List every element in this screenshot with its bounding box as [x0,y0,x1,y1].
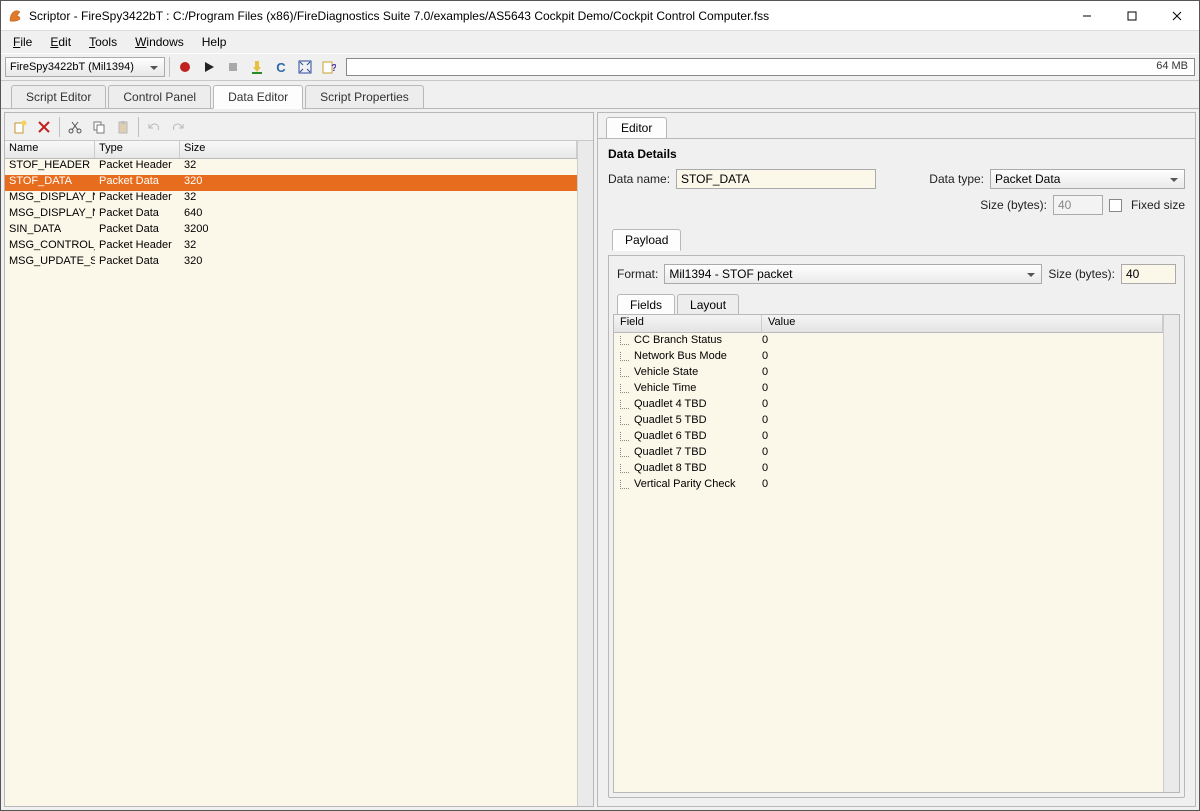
window-controls [1064,1,1199,30]
col-header-type[interactable]: Type [95,141,180,158]
col-header-size[interactable]: Size [180,141,577,158]
field-row[interactable]: Quadlet 8 TBD0 [614,462,1163,478]
table-row[interactable]: STOF_HEADERPacket Header32 [5,159,577,175]
fixed-size-label: Fixed size [1131,198,1185,212]
cut-button[interactable] [64,116,86,138]
field-row[interactable]: CC Branch Status0 [614,334,1163,350]
minimize-button[interactable] [1064,1,1109,30]
fields-scrollbar[interactable] [1163,315,1179,792]
app-icon [7,8,23,24]
menu-file[interactable]: File [5,33,40,51]
paste-button[interactable] [112,116,134,138]
memory-bar: 64 MB [346,58,1195,76]
field-row[interactable]: Quadlet 4 TBD0 [614,398,1163,414]
col-header-value[interactable]: Value [762,315,1163,332]
stop-button[interactable] [222,56,244,78]
payload-size-label: Size (bytes): [1048,267,1115,281]
payload-box: Format: Mil1394 - STOF packet Size (byte… [608,255,1185,798]
c-button[interactable]: C [270,56,292,78]
data-rows: STOF_HEADERPacket Header32STOF_DATAPacke… [5,159,577,806]
table-row[interactable]: MSG_DISPLAY_NCPacket Data640 [5,207,577,223]
table-row[interactable]: MSG_CONTROL_NPacket Header32 [5,239,577,255]
menubar: File Edit Tools Windows Help [1,31,1199,53]
app-window: Scriptor - FireSpy3422bT : C:/Program Fi… [0,0,1200,811]
data-type-combo[interactable]: Packet Data [990,169,1185,189]
col-header-name[interactable]: Name [5,141,95,158]
table-row[interactable]: SIN_DATAPacket Data3200 [5,223,577,239]
payload-size-input[interactable] [1121,264,1176,284]
size-bytes-spinner: 40 [1053,195,1103,215]
field-row[interactable]: Network Bus Mode0 [614,350,1163,366]
tab-script-editor[interactable]: Script Editor [11,85,106,108]
data-list-toolbar [5,113,593,141]
editor-pane: Editor Data Details Data name: Data type… [597,112,1196,807]
copy-button[interactable] [88,116,110,138]
menu-edit[interactable]: Edit [42,33,79,51]
field-row[interactable]: Quadlet 7 TBD0 [614,446,1163,462]
device-selector[interactable]: FireSpy3422bT (Mil1394) [5,57,165,77]
window-title: Scriptor - FireSpy3422bT : C:/Program Fi… [29,9,1064,23]
editor-body: Data Details Data name: Data type: Packe… [598,138,1195,806]
field-row[interactable]: Vehicle Time0 [614,382,1163,398]
size-bytes-label: Size (bytes): [980,198,1047,212]
data-details-heading: Data Details [608,147,1185,161]
main-content: Name Type Size STOF_HEADERPacket Header3… [1,108,1199,810]
main-toolbar: FireSpy3422bT (Mil1394) C ? 64 MB [1,53,1199,81]
tab-editor[interactable]: Editor [606,117,667,139]
data-list-pane: Name Type Size STOF_HEADERPacket Header3… [4,112,594,807]
format-combo[interactable]: Mil1394 - STOF packet [664,264,1042,284]
field-rows: CC Branch Status0Network Bus Mode0Vehicl… [614,333,1163,792]
menu-windows[interactable]: Windows [127,33,192,51]
fields-table[interactable]: Field Value CC Branch Status0Network Bus… [613,314,1180,793]
memory-text: 64 MB [1156,60,1188,72]
tab-layout[interactable]: Layout [677,294,739,315]
undo-button[interactable] [143,116,165,138]
play-button[interactable] [198,56,220,78]
menu-tools[interactable]: Tools [81,33,125,51]
field-row[interactable]: Vertical Parity Check0 [614,478,1163,494]
delete-item-button[interactable] [33,116,55,138]
data-table-header: Name Type Size [5,141,577,159]
data-name-label: Data name: [608,172,670,186]
table-row[interactable]: STOF_DATAPacket Data320 [5,175,577,191]
field-row[interactable]: Vehicle State0 [614,366,1163,382]
table-row[interactable]: MSG_DISPLAY_NCPacket Header32 [5,191,577,207]
tab-data-editor[interactable]: Data Editor [213,85,303,109]
format-label: Format: [617,267,658,281]
tab-script-properties[interactable]: Script Properties [305,85,424,108]
menu-help[interactable]: Help [194,33,235,51]
download-button[interactable] [246,56,268,78]
record-button[interactable] [174,56,196,78]
maximize-button[interactable] [1109,1,1154,30]
main-tab-strip: Script Editor Control Panel Data Editor … [1,81,1199,108]
tab-fields[interactable]: Fields [617,294,675,316]
fixed-size-checkbox[interactable] [1109,199,1122,212]
new-item-button[interactable] [9,116,31,138]
data-type-label: Data type: [929,172,984,186]
table-row[interactable]: MSG_UPDATE_ST0Packet Data320 [5,255,577,271]
data-table[interactable]: Name Type Size STOF_HEADERPacket Header3… [5,141,577,806]
editor-tab-strip: Editor [598,113,1195,138]
svg-text:?: ? [331,63,336,74]
tab-control-panel[interactable]: Control Panel [108,85,211,108]
tab-payload[interactable]: Payload [612,229,681,251]
titlebar: Scriptor - FireSpy3422bT : C:/Program Fi… [1,1,1199,31]
fields-header: Field Value [614,315,1163,333]
expand-button[interactable] [294,56,316,78]
col-header-field[interactable]: Field [614,315,762,332]
redo-button[interactable] [167,116,189,138]
field-row[interactable]: Quadlet 5 TBD0 [614,414,1163,430]
field-row[interactable]: Quadlet 6 TBD0 [614,430,1163,446]
data-name-input[interactable] [676,169,876,189]
help-button[interactable]: ? [318,56,340,78]
scrollbar[interactable] [577,141,593,806]
close-button[interactable] [1154,1,1199,30]
